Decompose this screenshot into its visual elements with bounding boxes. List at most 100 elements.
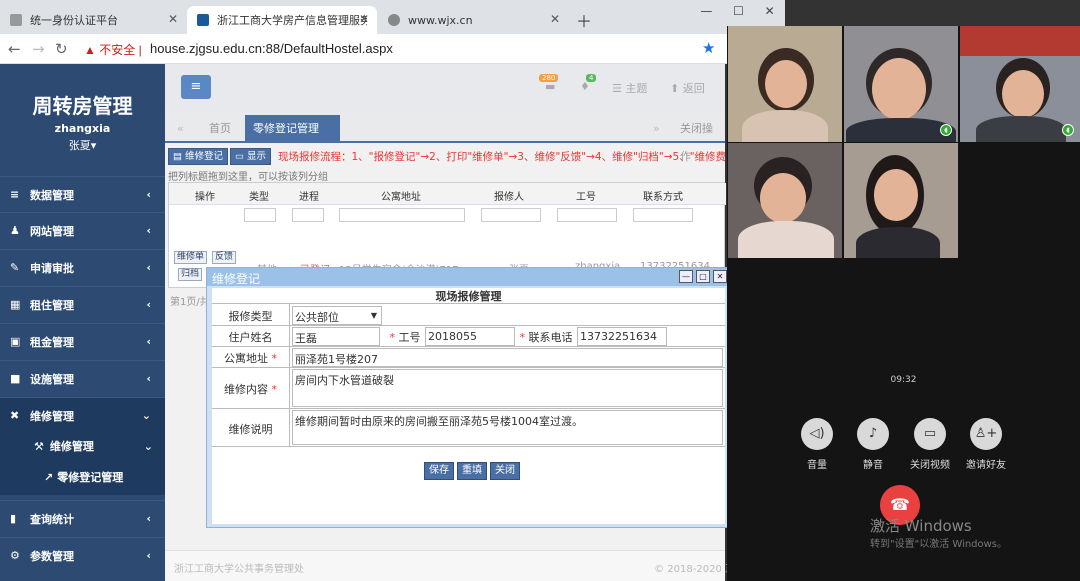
new-tab-icon[interactable]: ＋ [576, 8, 592, 32]
filter-input[interactable] [244, 208, 276, 222]
theme-button[interactable]: ☰ 主题 [612, 80, 647, 96]
browser-tab-2[interactable]: 浙江工商大学房产信息管理服务 ✕ [187, 6, 377, 34]
forward-arrow-icon[interactable]: → [32, 40, 45, 58]
repair-register-button[interactable]: ▤ 维修登记 [168, 148, 229, 165]
close-button[interactable]: 关闭 [490, 462, 520, 480]
filter-input[interactable] [633, 208, 693, 222]
participant-face [760, 173, 806, 223]
close-icon[interactable]: ✕ [713, 270, 727, 283]
participant-video-5[interactable] [844, 143, 958, 258]
sidebar-item-approval[interactable]: ✎ 申请审批 ‹ [0, 249, 165, 285]
add-user-icon[interactable]: ♙+ [970, 418, 1002, 450]
user-menu[interactable]: 张夏▾ [0, 137, 165, 153]
reset-button[interactable]: 重填 [457, 462, 487, 480]
save-button[interactable]: 保存 [424, 462, 454, 480]
menu-toggle-icon[interactable]: ≡ [181, 75, 211, 99]
chevron-left-icon: ‹ [146, 335, 151, 348]
col-header[interactable]: 操作 [195, 188, 215, 203]
filter-input[interactable] [339, 208, 465, 222]
url-field[interactable]: house.zjgsu.edu.cn:88/DefaultHostel.aspx [150, 41, 393, 56]
sidebar-item-tenancy[interactable]: ▦ 租住管理 ‹ [0, 286, 165, 322]
maximize-icon[interactable]: ☐ [733, 4, 744, 18]
tab-title: www.wjx.cn [408, 13, 473, 27]
col-header[interactable]: 联系方式 [643, 188, 683, 203]
archive-button[interactable]: 归档 [178, 268, 203, 281]
tabs-next-icon[interactable]: » [645, 115, 668, 143]
chevron-left-icon: ‹ [146, 298, 151, 311]
sidebar: 周转房管理 zhangxia 张夏▾ ≡ 数据管理 ‹ ♟ 网站管理 ‹ ✎ 申请审批 ‹ … [0, 64, 165, 581]
reload-icon[interactable]: ↻ [55, 40, 68, 58]
emp-id-label: * 工号 [389, 331, 421, 344]
emp-id-field[interactable]: 2018055 [425, 327, 515, 346]
phone-field[interactable]: 13732251634 [577, 327, 667, 346]
divider [212, 367, 725, 368]
tab-zero-repair[interactable]: 零修登记管理 ● [245, 115, 340, 163]
bell-icon[interactable]: ♦ [580, 80, 590, 93]
col-header[interactable]: 类型 [249, 188, 269, 203]
grid-header: 操作 类型 进程 公寓地址 报修人 工号 联系方式 [169, 183, 726, 205]
building-icon: ▦ [10, 298, 21, 311]
participant-body [976, 116, 1066, 142]
gear-icon: ⚙ [10, 549, 20, 562]
tab-home[interactable]: 首页 [201, 115, 239, 143]
maximize-icon[interactable]: □ [696, 270, 710, 283]
speaking-icon: ◖ [940, 124, 952, 136]
participant-video-3[interactable]: ◖ [960, 26, 1080, 142]
sidebar-subitem-repair[interactable]: ⚒ 维修管理 ⌄ [0, 433, 165, 459]
camera-icon[interactable]: ▭ [914, 418, 946, 450]
submenu-label: 维修管理 [49, 440, 94, 453]
browser-tab-1[interactable]: 统一身份认证平台 ✕ [0, 6, 186, 34]
menu-label: 参数管理 [30, 549, 74, 563]
microphone-icon[interactable]: ♪ [857, 418, 889, 450]
sidebar-subitem-zero-repair[interactable]: ↗ 零修登记管理 [0, 459, 165, 495]
filter-input[interactable] [292, 208, 324, 222]
dropdown-arrow-icon: ▼ [370, 311, 377, 320]
minimize-icon[interactable]: — [700, 4, 712, 18]
close-icon[interactable]: ✕ [550, 12, 560, 26]
browser-tab-3[interactable]: www.wjx.cn ✕ [378, 6, 568, 34]
col-header[interactable]: 进程 [299, 188, 319, 203]
close-icon[interactable]: ✕ [168, 12, 178, 26]
sidebar-item-facility[interactable]: ■ 设施管理 ‹ [0, 360, 165, 396]
close-ops-button[interactable]: 关闭操作 [672, 115, 725, 163]
menu-label: 查询统计 [30, 512, 74, 526]
sidebar-item-stats[interactable]: ▮ 查询统计 ‹ [0, 500, 165, 536]
edit-icon: ✎ [10, 261, 20, 274]
close-icon[interactable]: ✕ [359, 12, 369, 26]
filter-input[interactable] [481, 208, 541, 222]
back-arrow-icon[interactable]: ← [8, 40, 21, 58]
sidebar-item-params[interactable]: ⚙ 参数管理 ‹ [0, 537, 165, 573]
participant-video-4[interactable] [728, 143, 842, 258]
col-header[interactable]: 报修人 [494, 188, 524, 203]
note-textarea[interactable]: 维修期间暂时由原来的房间搬至丽泽苑5号楼1004室过渡。 [292, 410, 723, 445]
close-window-icon[interactable]: ✕ [765, 4, 775, 18]
sidebar-item-site[interactable]: ♟ 网站管理 ‹ [0, 212, 165, 248]
minimize-icon[interactable]: — [679, 270, 693, 283]
col-header[interactable]: 公寓地址 [381, 188, 421, 203]
repair-sheet-button[interactable]: 维修单 [174, 251, 208, 264]
money-icon: ▣ [10, 335, 21, 348]
content-textarea[interactable]: 房间内下水管道破裂 [292, 369, 723, 407]
sidebar-item-data[interactable]: ≡ 数据管理 ‹ [0, 176, 165, 212]
col-header[interactable]: 工号 [576, 188, 596, 203]
filter-input[interactable] [557, 208, 617, 222]
feedback-button[interactable]: 反馈 [212, 251, 237, 264]
security-warning[interactable]: ▲ 不安全 | [84, 41, 142, 58]
tabs-prev-icon[interactable]: « [169, 115, 192, 143]
volume-icon[interactable]: ◁) [801, 418, 833, 450]
sidebar-item-repair[interactable]: ✖ 维修管理 ⌄ [0, 397, 165, 433]
address-field[interactable]: 丽泽苑1号楼207 [292, 348, 723, 367]
bookmark-star-icon[interactable]: ★ [702, 39, 715, 57]
type-select[interactable]: 公共部位 ▼ [292, 306, 382, 325]
dialog-titlebar[interactable]: 维修登记 — □ ✕ [207, 268, 730, 286]
control-label: 邀请好友 [966, 460, 1006, 471]
return-button[interactable]: ⬆ 返回 [670, 80, 705, 96]
name-field[interactable]: 王磊 [292, 327, 380, 346]
message-icon[interactable]: ▬ [545, 80, 555, 93]
sidebar-item-rent[interactable]: ▣ 租金管理 ‹ [0, 323, 165, 359]
participant-video-2[interactable]: ◖ [844, 26, 958, 142]
show-button[interactable]: ▭ 显示 [230, 148, 272, 165]
participant-video-1[interactable] [728, 26, 842, 142]
menu-label: 网站管理 [30, 224, 74, 238]
chevron-down-icon: ⌄ [141, 409, 151, 422]
